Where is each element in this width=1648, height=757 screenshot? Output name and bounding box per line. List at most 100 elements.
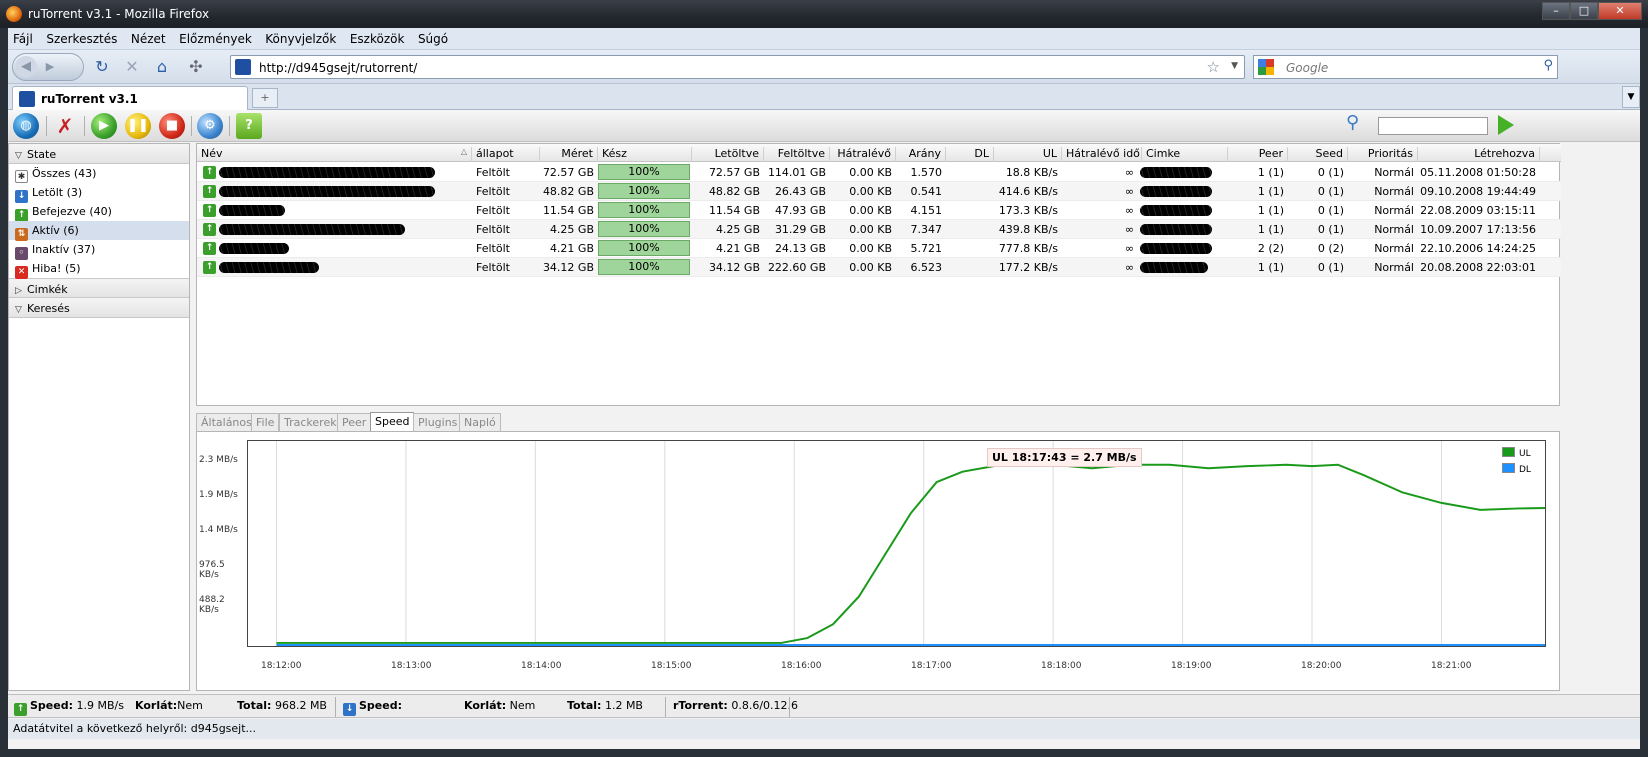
forward-icon[interactable]: ▶ [41, 58, 59, 76]
start-icon[interactable]: ▶ [91, 113, 117, 139]
col-ratio[interactable]: Arány [896, 147, 946, 162]
menu-edit[interactable]: Szerkesztés [41, 28, 122, 46]
ul-limit-status[interactable]: Korlát:Nem [135, 699, 203, 712]
maximize-button[interactable]: □ [1570, 2, 1598, 20]
tab-plugins[interactable]: Plugins [413, 413, 463, 431]
table-row[interactable]: ↑ Feltölt 4.21 GB 100% 4.21 GB 24.13 GB 0.00 K… [197, 239, 1561, 258]
col-created[interactable]: Létrehozva [1418, 147, 1540, 162]
search-input[interactable]: Google ⚲ [1253, 55, 1558, 79]
cell-ratio: 4.151 [910, 204, 943, 217]
sidebar-header-labels[interactable]: ▷ Cimkék [9, 278, 189, 298]
sidebar-item-inactive[interactable]: ◦ Inaktív (37) [9, 240, 189, 260]
menu-view[interactable]: Nézet [126, 28, 171, 46]
col-ul[interactable]: UL [994, 147, 1062, 162]
cell-status: Feltölt [476, 166, 510, 179]
sidebar-header-state[interactable]: ▽ State [9, 144, 189, 164]
tab-trackers[interactable]: Trackerek [279, 413, 342, 431]
col-peer[interactable]: Peer [1228, 147, 1288, 162]
table-row[interactable]: ↑ Feltölt 72.57 GB 100% 72.57 GB 114.01 GB 0.0… [197, 163, 1561, 182]
sidebar-item-downloading[interactable]: ↓ Letölt (3) [9, 183, 189, 203]
sidebar-header-search[interactable]: ▽ Keresés [9, 298, 189, 318]
col-done[interactable]: Kész [598, 147, 692, 162]
col-dl[interactable]: DL [946, 147, 994, 162]
col-label[interactable]: Cimke [1142, 147, 1228, 162]
upload-icon: ↑ [14, 703, 27, 716]
col-downloaded[interactable]: Letöltve [692, 147, 764, 162]
search-placeholder: Google [1286, 61, 1329, 75]
cell-ul: 177.2 KB/s [998, 261, 1058, 274]
cell-created: 05.11.2008 01:50:28 [1420, 166, 1536, 179]
progress-bar: 100% [598, 202, 690, 218]
sidebar-item-all[interactable]: ✱ Összes (43) [9, 164, 189, 183]
tab-peers[interactable]: Peer [337, 413, 372, 431]
search-icon[interactable]: ⚲ [1543, 58, 1553, 73]
sidebar-item-error[interactable]: ✕ Hiba! (5) [9, 259, 189, 279]
cell-seed: 0 (1) [1317, 166, 1344, 179]
menu-history[interactable]: Előzmények [174, 28, 257, 46]
menu-bookmarks[interactable]: Könyvjelzők [260, 28, 341, 46]
home-icon[interactable]: ⌂ [150, 55, 174, 79]
seeding-icon: ↑ [203, 261, 216, 274]
col-status[interactable]: állapot [472, 147, 540, 162]
sidebar-item-completed[interactable]: ↑ Befejezve (40) [9, 202, 189, 222]
col-remaining[interactable]: Hátralévő [830, 147, 896, 162]
cell-created: 10.09.2007 17:13:56 [1420, 223, 1536, 236]
close-button[interactable]: ✕ [1598, 2, 1642, 20]
cell-priority: Normál [1374, 261, 1414, 274]
table-row[interactable]: ↑ Feltölt 34.12 GB 100% 34.12 GB 222.60 GB 0.0… [197, 258, 1561, 277]
url-bar[interactable]: http://d945gsejt/rutorrent/ ☆ ▼ [230, 55, 1245, 79]
menu-tools[interactable]: Eszközök [345, 28, 410, 46]
stop-icon[interactable]: ✕ [120, 55, 144, 79]
menu-help[interactable]: Súgó [413, 28, 453, 46]
torrent-search-input[interactable] [1378, 117, 1488, 135]
tab-files[interactable]: File [251, 413, 280, 431]
url-dropdown-icon[interactable]: ▼ [1231, 61, 1238, 71]
col-size[interactable]: Méret [540, 147, 598, 162]
col-seed[interactable]: Seed [1288, 147, 1348, 162]
tab-general[interactable]: Általános [196, 413, 257, 431]
browser-tab-rutorrent[interactable]: ruTorrent v3.1 [12, 86, 248, 110]
settings-gear-icon[interactable]: ⚙ [197, 113, 223, 139]
x-tick-label: 18:12:00 [261, 661, 302, 671]
col-priority[interactable]: Prioritás [1348, 147, 1418, 162]
cell-peer: 1 (1) [1257, 166, 1284, 179]
pause-icon[interactable]: ❚❚ [125, 113, 151, 139]
remove-torrent-icon[interactable]: ✗ [52, 113, 78, 139]
col-name[interactable]: Név △ [197, 147, 472, 162]
sidebar-item-active[interactable]: ⇅ Aktív (6) [9, 221, 189, 241]
tab-speed[interactable]: Speed [370, 412, 415, 431]
addon-icon[interactable]: ✣ [184, 55, 208, 79]
search-go-icon[interactable] [1498, 115, 1514, 135]
cell-priority: Normál [1374, 242, 1414, 255]
browser-chrome: Fájl Szerkesztés Nézet Előzmények Könyvj… [8, 28, 1640, 749]
cell-status: Feltölt [476, 223, 510, 236]
table-row[interactable]: ↑ Feltölt 48.82 GB 100% 48.82 GB 26.43 GB 0.00… [197, 182, 1561, 201]
back-icon[interactable]: ◀ [15, 56, 37, 78]
progress-bar: 100% [598, 221, 690, 237]
bookmark-star-icon[interactable]: ☆ [1207, 58, 1220, 76]
new-tab-button[interactable]: + [252, 88, 278, 108]
stop-torrent-icon[interactable]: ■ [159, 113, 185, 139]
search-magnifier-icon[interactable]: ⚲ [1346, 112, 1372, 138]
table-row[interactable]: ↑ Feltölt 4.25 GB 100% 4.25 GB 31.29 GB 0.00 K… [197, 220, 1561, 239]
tab-log[interactable]: Napló [459, 413, 501, 431]
legend-item-dl: DL [1502, 463, 1542, 479]
cell-size: 34.12 GB [542, 261, 594, 274]
tab-list-dropdown-icon[interactable]: ▼ [1622, 86, 1640, 108]
cell-eta: ∞ [1124, 185, 1134, 198]
table-row[interactable]: ↑ Feltölt 11.54 GB 100% 11.54 GB 47.93 GB 0.00… [197, 201, 1561, 220]
add-torrent-globe-icon[interactable]: ◍ [13, 113, 39, 139]
col-eta[interactable]: Hátralévő idő [1062, 147, 1142, 162]
cell-remaining: 0.00 KB [849, 185, 892, 198]
menu-file[interactable]: Fájl [8, 28, 38, 46]
cell-ratio: 5.721 [910, 242, 943, 255]
reload-icon[interactable]: ↻ [90, 55, 114, 79]
y-tick-label: 488.2 KB/s [199, 595, 225, 615]
col-uploaded[interactable]: Feltöltve [764, 147, 830, 162]
minimize-button[interactable]: – [1542, 2, 1570, 20]
google-icon[interactable] [1258, 59, 1274, 75]
cell-ratio: 1.570 [910, 166, 943, 179]
sort-arrow-icon: △ [460, 147, 467, 156]
dl-limit-status[interactable]: Korlát: Nem [464, 699, 535, 712]
help-icon[interactable]: ? [236, 113, 262, 139]
